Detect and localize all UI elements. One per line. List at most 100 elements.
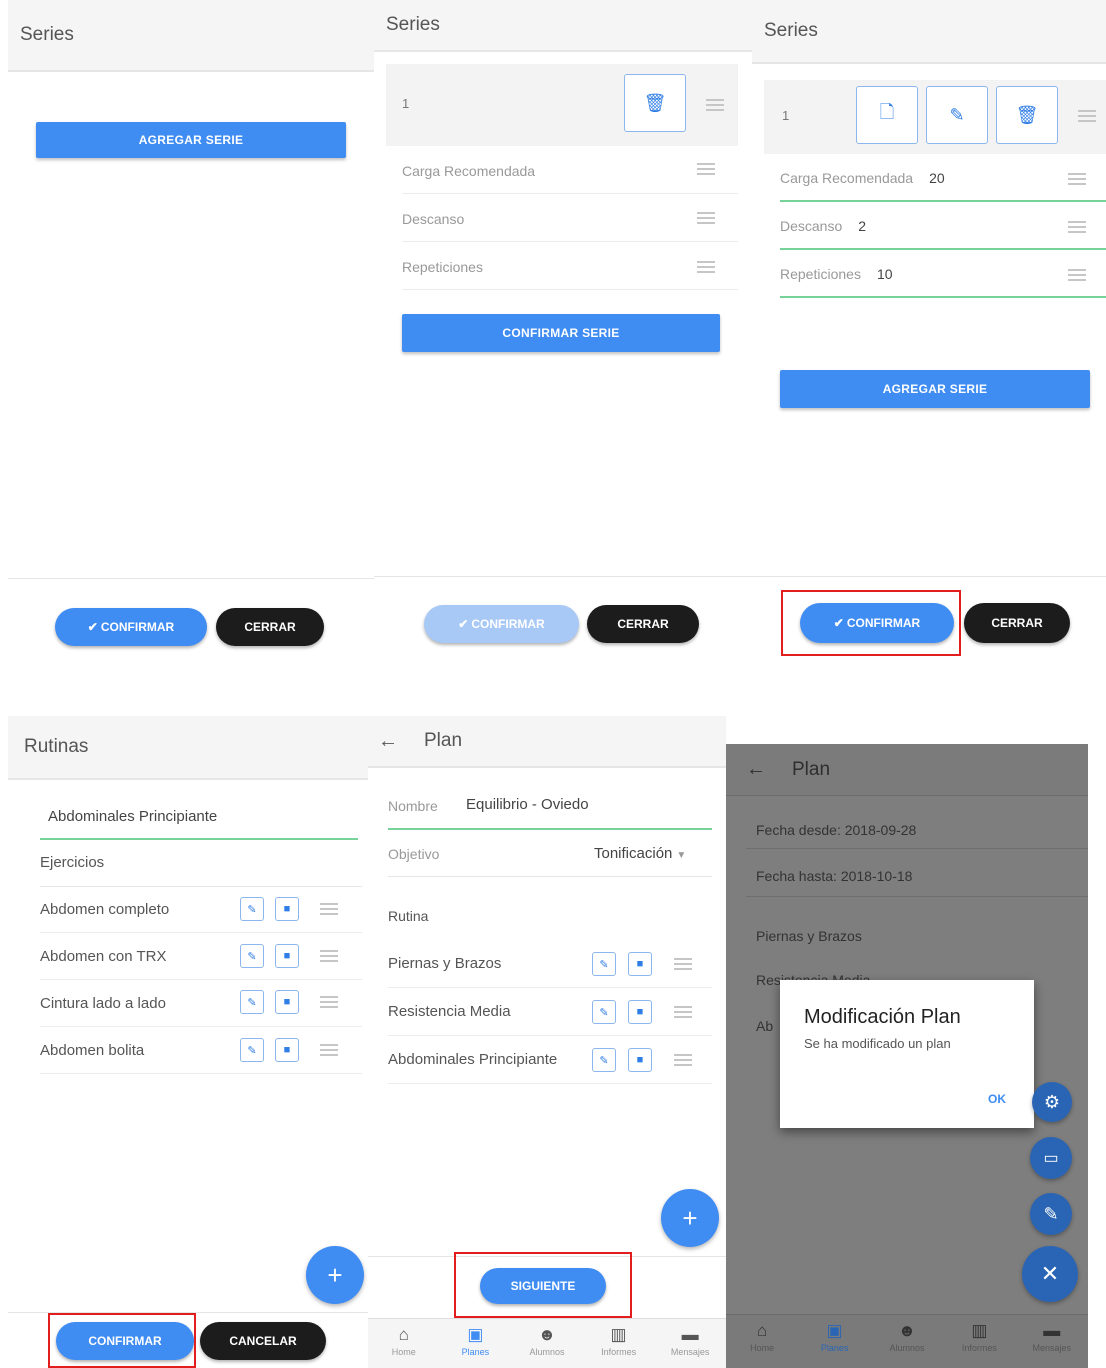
edit-button[interactable]: ✎	[592, 952, 616, 976]
edit-fab[interactable]: ✎	[1030, 1193, 1072, 1235]
objetivo-select[interactable]: Tonificación ▼	[594, 845, 686, 862]
nav-alumnos[interactable]: ☻ Alumnos	[517, 1325, 577, 1357]
bottom-nav: ⌂ Home ▣ Planes ☻ Alumnos ▥ Informes ▬ Mensaj…	[368, 1318, 726, 1368]
delete-button[interactable]: ■	[628, 952, 652, 976]
edit-button[interactable]: ✎	[240, 1038, 264, 1062]
dialog-message: Se ha modificado un plan	[804, 1036, 951, 1051]
drag-handle-icon[interactable]	[320, 950, 338, 962]
list-item[interactable]: Abdomen completo	[40, 886, 362, 933]
drag-handle-icon[interactable]	[674, 958, 692, 970]
drag-handle-icon[interactable]	[697, 212, 715, 224]
nav-home[interactable]: ⌂ Home	[732, 1321, 792, 1353]
settings-fab[interactable]: ⚙	[1032, 1082, 1072, 1122]
app-bar: ← Plan	[368, 716, 726, 768]
delete-button[interactable]: ■	[275, 897, 299, 921]
nav-planes[interactable]: ▣ Planes	[445, 1325, 505, 1357]
close-icon: ✕	[1040, 1261, 1060, 1286]
footer-divider	[8, 578, 374, 579]
nav-mensajes[interactable]: ▬ Mensajes	[660, 1325, 720, 1357]
delete-button[interactable]: ■	[275, 1038, 299, 1062]
panel-series-filled: Series 1 🗋 ✎ 🗑 Carga Recomendada 20 Desca…	[752, 0, 1106, 690]
bar-chart-icon: ▥	[610, 1325, 627, 1344]
cancel-button[interactable]: CANCELAR	[200, 1322, 326, 1360]
drag-handle-icon[interactable]	[1068, 269, 1086, 281]
field-value: 10	[876, 266, 893, 282]
confirm-button[interactable]: ✔ CONFIRMAR	[55, 608, 207, 646]
add-ejercicio-fab[interactable]: +	[306, 1246, 364, 1304]
nav-alumnos[interactable]: ☻ Alumnos	[877, 1321, 937, 1353]
delete-serie-button[interactable]: 🗑	[624, 74, 686, 132]
drag-handle-icon[interactable]	[320, 996, 338, 1008]
nombre-input[interactable]: Equilibrio - Oviedo	[466, 796, 589, 813]
panel-rutinas: Rutinas Abdominales Principiante Ejercic…	[8, 716, 368, 1368]
field-carga[interactable]: Carga Recomendada	[402, 148, 738, 194]
field-repeticiones[interactable]: Repeticiones	[402, 244, 738, 290]
calendar-fab[interactable]: ▭	[1030, 1137, 1072, 1179]
back-arrow-icon[interactable]: ←	[746, 758, 766, 781]
drag-handle-icon[interactable]	[320, 903, 338, 915]
highlight-box	[454, 1252, 632, 1318]
drag-handle-icon[interactable]	[706, 99, 724, 111]
nav-label: Planes	[461, 1347, 490, 1357]
drag-handle-icon[interactable]	[1068, 221, 1086, 233]
item-label: Abdomen con TRX	[40, 947, 167, 965]
field-value: 2	[858, 218, 867, 234]
close-button[interactable]: CERRAR	[216, 608, 324, 646]
trash-icon: 🗑	[643, 92, 667, 113]
pencil-icon: ✎	[247, 950, 257, 963]
list-item[interactable]: Piernas y Brazos	[388, 940, 712, 988]
edit-button[interactable]: ✎	[240, 897, 264, 921]
footer-divider	[374, 576, 752, 577]
nav-home[interactable]: ⌂ Home	[374, 1325, 434, 1357]
nav-label: Mensajes	[1032, 1343, 1072, 1353]
close-button[interactable]: CERRAR	[964, 603, 1070, 643]
rutina-heading: Rutina	[388, 908, 429, 924]
delete-button[interactable]: ■	[275, 990, 299, 1014]
list-item[interactable]: Abdomen con TRX	[40, 933, 362, 980]
drag-handle-icon[interactable]	[697, 261, 715, 273]
bg-list-item: Ab	[756, 1018, 774, 1034]
nav-informes[interactable]: ▥ Informes	[589, 1325, 649, 1357]
edit-serie-button[interactable]: ✎	[926, 86, 988, 144]
nav-informes[interactable]: ▥ Informes	[949, 1321, 1009, 1353]
drag-handle-icon[interactable]	[320, 1044, 338, 1056]
nav-label: Home	[391, 1347, 416, 1357]
edit-button[interactable]: ✎	[592, 1000, 616, 1024]
confirm-serie-button[interactable]: CONFIRMAR SERIE	[402, 314, 720, 352]
close-fab[interactable]: ✕	[1022, 1246, 1078, 1302]
nav-planes[interactable]: ▣ Planes	[805, 1321, 865, 1353]
dialog-ok-button[interactable]: OK	[988, 1092, 1006, 1106]
list-item[interactable]: Abdominales Principiante	[388, 1036, 712, 1084]
trash-icon: ■	[636, 1054, 644, 1066]
list-item[interactable]: Resistencia Media	[388, 988, 712, 1036]
back-arrow-icon[interactable]: ←	[378, 730, 398, 753]
delete-button[interactable]: ■	[275, 944, 299, 968]
drag-handle-icon[interactable]	[674, 1006, 692, 1018]
add-serie-button[interactable]: AGREGAR SERIE	[780, 370, 1090, 408]
delete-button[interactable]: ■	[628, 1000, 652, 1024]
dialog: Modificación Plan Se ha modificado un pl…	[780, 980, 1034, 1128]
list-item[interactable]: Cintura lado a lado	[40, 980, 362, 1027]
add-serie-button[interactable]: AGREGAR SERIE	[36, 122, 346, 158]
delete-button[interactable]: ■	[628, 1048, 652, 1072]
field-repeticiones[interactable]: Repeticiones 10	[780, 252, 1106, 298]
drag-handle-icon[interactable]	[674, 1054, 692, 1066]
drag-handle-icon[interactable]	[697, 163, 715, 175]
copy-serie-button[interactable]: 🗋	[856, 86, 918, 144]
edit-button[interactable]: ✎	[240, 990, 264, 1014]
field-descanso[interactable]: Descanso 2	[780, 204, 1106, 250]
field-descanso[interactable]: Descanso	[402, 196, 738, 242]
item-label: Abdomen completo	[40, 900, 170, 918]
rutina-name-input[interactable]: Abdominales Principiante	[48, 808, 217, 825]
delete-serie-button[interactable]: 🗑	[996, 86, 1058, 144]
close-button[interactable]: CERRAR	[587, 605, 699, 643]
drag-handle-icon[interactable]	[1068, 173, 1086, 185]
edit-button[interactable]: ✎	[592, 1048, 616, 1072]
add-rutina-fab[interactable]: +	[661, 1189, 719, 1247]
nav-mensajes[interactable]: ▬ Mensajes	[1022, 1321, 1082, 1353]
field-carga[interactable]: Carga Recomendada 20	[780, 156, 1106, 202]
page-title: Series	[374, 0, 752, 52]
edit-button[interactable]: ✎	[240, 944, 264, 968]
list-item[interactable]: Abdomen bolita	[40, 1027, 362, 1074]
drag-handle-icon[interactable]	[1078, 110, 1096, 122]
